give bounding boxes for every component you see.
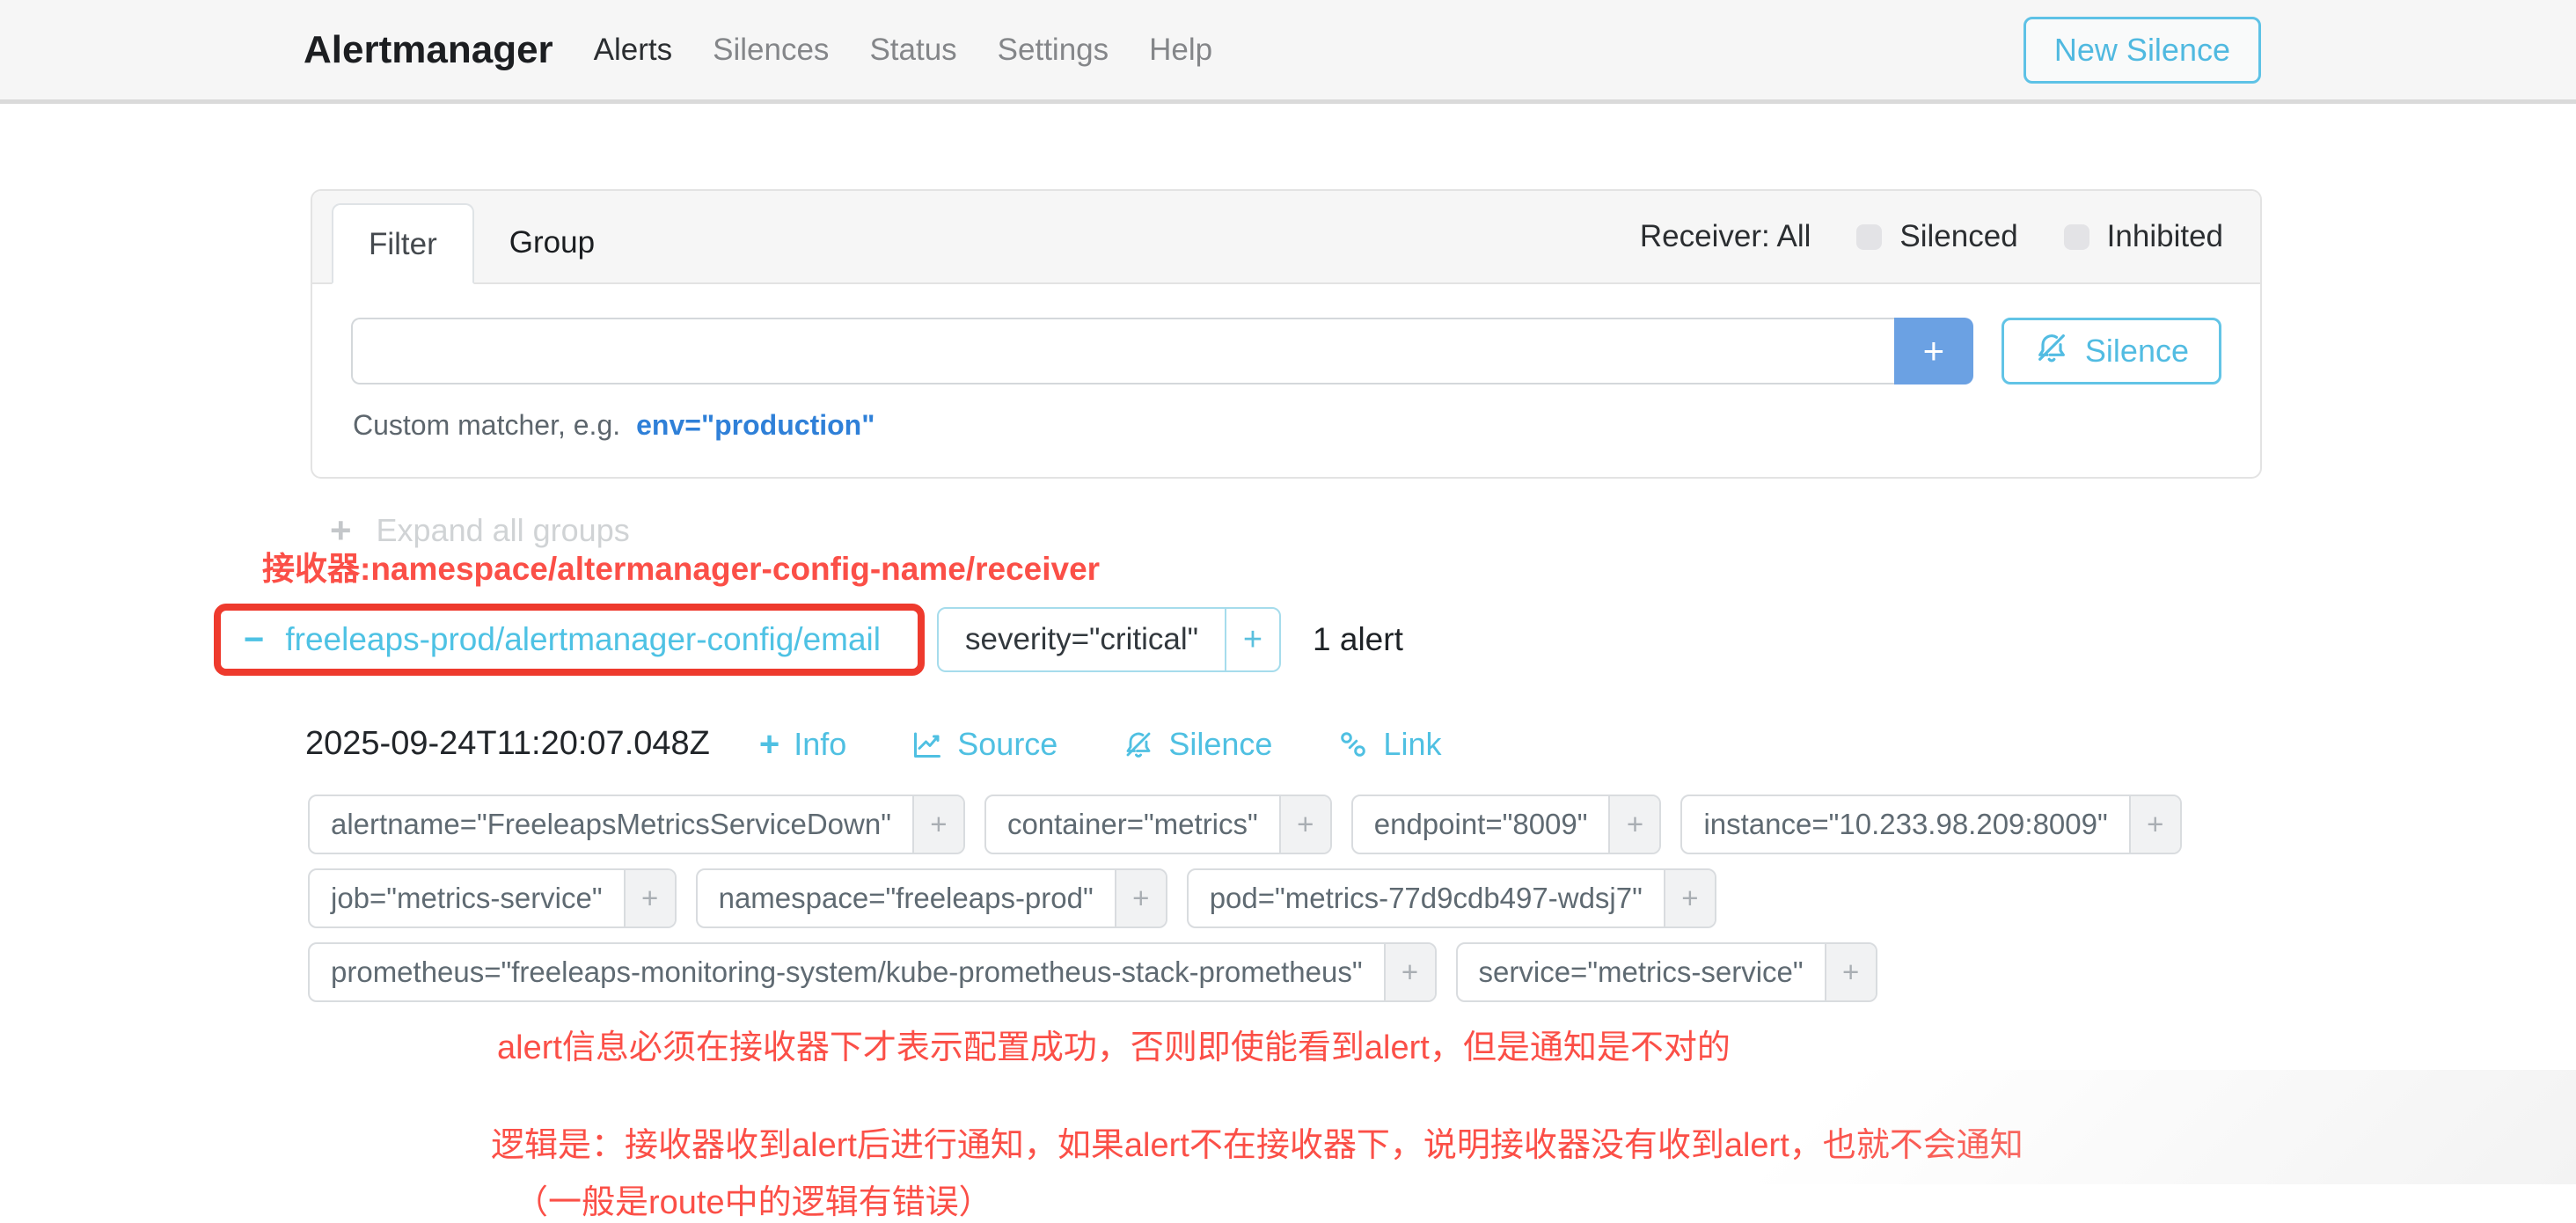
add-matcher-button[interactable]: +	[1894, 318, 1973, 384]
silence-link-label: Silence	[1168, 726, 1272, 763]
annotation-note-3: （一般是route中的逻辑有错误）	[515, 1175, 2576, 1223]
label-chip-service: service="metrics-service" +	[1456, 942, 1877, 1002]
label-text: service="metrics-service"	[1458, 944, 1825, 1000]
label-chip-prometheus: prometheus="freeleaps-monitoring-system/…	[308, 942, 1437, 1002]
label-text: namespace="freeleaps-prod"	[698, 870, 1115, 926]
label-chip-container: container="metrics" +	[984, 795, 1332, 854]
plus-icon: +	[759, 727, 779, 762]
source-link[interactable]: Source	[911, 726, 1057, 763]
label-add-button[interactable]: +	[1664, 870, 1715, 926]
info-link-label: Info	[794, 726, 846, 763]
tab-filter[interactable]: Filter	[332, 203, 474, 284]
label-text: prometheus="freeleaps-monitoring-system/…	[310, 944, 1384, 1000]
label-add-button[interactable]: +	[1384, 944, 1435, 1000]
bell-slash-icon	[2034, 330, 2069, 373]
label-chip-alertname: alertname="FreeleapsMetricsServiceDown" …	[308, 795, 965, 854]
group-matcher-text: severity="critical"	[939, 609, 1225, 670]
chart-icon	[911, 729, 943, 760]
nav-item-help[interactable]: Help	[1149, 33, 1212, 68]
link-action[interactable]: Link	[1337, 726, 1441, 763]
label-chip-namespace: namespace="freeleaps-prod" +	[696, 868, 1167, 928]
label-add-button[interactable]: +	[1115, 870, 1166, 926]
nav-item-silences[interactable]: Silences	[713, 33, 829, 68]
silence-filter-label: Silence	[2085, 333, 2189, 370]
label-add-button[interactable]: +	[2129, 796, 2180, 853]
silenced-checkbox-item[interactable]: Silenced	[1856, 219, 2017, 254]
label-text: pod="metrics-77d9cdb497-wdsj7"	[1189, 870, 1664, 926]
silence-filter-button[interactable]: Silence	[2002, 318, 2221, 384]
nav-links: Alerts Silences Status Settings Help	[594, 33, 1212, 68]
inhibited-checkbox-item[interactable]: Inhibited	[2064, 219, 2223, 254]
new-silence-button[interactable]: New Silence	[2023, 17, 2261, 84]
alert-meta-row: 2025-09-24T11:20:07.048Z + Info Source	[305, 725, 2576, 763]
group-matcher-chip: severity="critical" +	[937, 607, 1281, 672]
matcher-hint: Custom matcher, e.g. env="production"	[353, 409, 2221, 442]
matcher-input-group: +	[351, 318, 1973, 384]
alert-labels: alertname="FreeleapsMetricsServiceDown" …	[308, 795, 2576, 1002]
label-chip-job: job="metrics-service" +	[308, 868, 677, 928]
label-text: alertname="FreeleapsMetricsServiceDown"	[310, 796, 912, 853]
label-add-button[interactable]: +	[624, 870, 675, 926]
filter-card: Filter Group Receiver: All Silenced Inhi…	[311, 189, 2262, 479]
label-add-button[interactable]: +	[1825, 944, 1876, 1000]
top-navbar: Alertmanager Alerts Silences Status Sett…	[0, 0, 2576, 104]
link-icon	[1337, 729, 1369, 760]
group-matcher-add-button[interactable]: +	[1225, 609, 1279, 670]
annotation-receiver-note: 接收器:namespace/altermanager-config-name/r…	[262, 542, 2576, 590]
label-text: instance="10.233.98.209:8009"	[1682, 796, 2128, 853]
silenced-checkbox[interactable]	[1856, 224, 1882, 250]
source-link-label: Source	[957, 726, 1057, 763]
silenced-checkbox-label: Silenced	[1899, 219, 2017, 254]
label-text: container="metrics"	[986, 796, 1279, 853]
label-add-button[interactable]: +	[1279, 796, 1330, 853]
label-add-button[interactable]: +	[1608, 796, 1659, 853]
app-brand: Alertmanager	[304, 28, 553, 72]
label-chip-instance: instance="10.233.98.209:8009" +	[1680, 795, 2181, 854]
filter-card-body: + Silence Custom matcher, e.g. env="prod…	[312, 284, 2260, 477]
label-row: alertname="FreeleapsMetricsServiceDown" …	[308, 795, 2576, 854]
group-receiver-link[interactable]: freeleaps-prod/alertmanager-config/email	[285, 621, 881, 658]
label-chip-pod: pod="metrics-77d9cdb497-wdsj7" +	[1187, 868, 1716, 928]
alert-group-row: − freeleaps-prod/alertmanager-config/ema…	[214, 604, 2576, 676]
alert-count: 1 alert	[1313, 621, 1403, 658]
label-add-button[interactable]: +	[912, 796, 963, 853]
bell-slash-icon	[1123, 729, 1154, 760]
filter-card-header: Filter Group Receiver: All Silenced Inhi…	[312, 191, 2260, 284]
annotation-note-1: alert信息必须在接收器下才表示配置成功，否则即使能看到alert，但是通知是…	[497, 1020, 2576, 1068]
inhibited-checkbox[interactable]	[2064, 224, 2089, 250]
alert-timestamp: 2025-09-24T11:20:07.048Z	[305, 725, 710, 763]
label-chip-endpoint: endpoint="8009" +	[1351, 795, 1662, 854]
link-action-label: Link	[1383, 726, 1441, 763]
annotation-note-2: 逻辑是：接收器收到alert后进行通知，如果alert不在接收器下，说明接收器没…	[491, 1117, 2576, 1166]
header-controls: Receiver: All Silenced Inhibited	[1640, 219, 2223, 254]
label-text: job="metrics-service"	[310, 870, 624, 926]
highlight-box[interactable]: − freeleaps-prod/alertmanager-config/ema…	[214, 604, 925, 676]
hint-text: Custom matcher, e.g.	[353, 409, 620, 442]
tab-group[interactable]: Group	[474, 225, 595, 282]
label-row: job="metrics-service" + namespace="freel…	[308, 868, 2576, 928]
nav-item-settings[interactable]: Settings	[998, 33, 1109, 68]
info-link[interactable]: + Info	[759, 726, 846, 763]
hint-example-link[interactable]: env="production"	[636, 409, 875, 442]
alert-actions: + Info Source Silence	[759, 726, 1442, 763]
matcher-input-row: + Silence	[351, 318, 2221, 384]
silence-link[interactable]: Silence	[1123, 726, 1272, 763]
label-row: prometheus="freeleaps-monitoring-system/…	[308, 942, 2576, 1002]
nav-item-status[interactable]: Status	[869, 33, 956, 68]
label-text: endpoint="8009"	[1353, 796, 1609, 853]
nav-item-alerts[interactable]: Alerts	[594, 33, 672, 68]
inhibited-checkbox-label: Inhibited	[2107, 219, 2223, 254]
collapse-minus-icon: −	[244, 622, 264, 657]
matcher-input[interactable]	[351, 318, 1894, 384]
receiver-filter-label[interactable]: Receiver: All	[1640, 219, 1811, 254]
